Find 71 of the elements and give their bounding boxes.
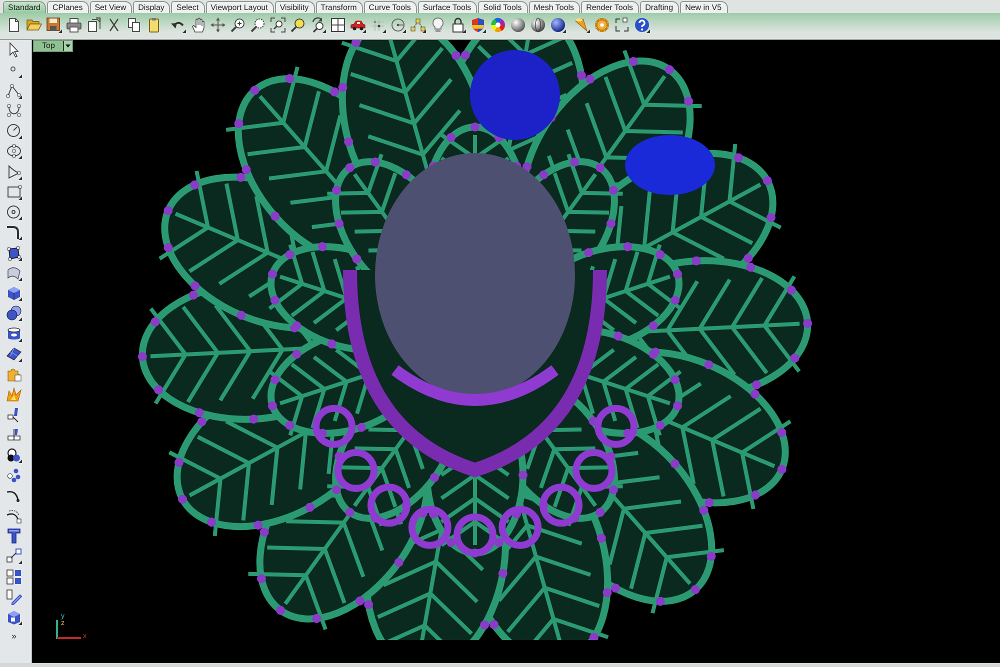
connected-squares-icon[interactable] xyxy=(6,548,22,564)
toolbar-tab[interactable]: Standard xyxy=(3,1,46,13)
hand-icon[interactable] xyxy=(190,16,206,32)
grid-icon[interactable] xyxy=(330,16,346,32)
shield-icon[interactable] xyxy=(470,16,486,32)
control-points-icon[interactable] xyxy=(410,16,426,32)
toolbar-tab[interactable]: Viewport Layout xyxy=(206,1,274,13)
magnifier-icon[interactable] xyxy=(290,16,306,32)
flame-icon[interactable] xyxy=(6,386,22,402)
new-document-icon[interactable] xyxy=(6,16,22,32)
glossy-sphere-icon[interactable] xyxy=(550,16,566,32)
offset-curve-icon[interactable] xyxy=(6,508,22,524)
toolbar-tab[interactable]: Transform xyxy=(316,1,363,13)
dropdown-caret-icon[interactable] xyxy=(62,41,72,51)
toolbar-tab[interactable]: Drafting xyxy=(640,1,680,13)
surface-points-icon[interactable] xyxy=(6,244,22,260)
toolbar-tab[interactable]: Render Tools xyxy=(581,1,640,13)
print-icon[interactable] xyxy=(66,16,82,32)
cone-icon[interactable] xyxy=(574,16,590,32)
puzzle-icon[interactable] xyxy=(6,366,22,382)
help-icon[interactable] xyxy=(634,16,650,32)
lightbulb-icon[interactable] xyxy=(430,16,446,32)
save-icon[interactable] xyxy=(46,16,62,32)
rectangle-icon[interactable] xyxy=(6,184,22,200)
lock-icon[interactable] xyxy=(450,16,466,32)
cylinder-icon[interactable] xyxy=(6,326,22,342)
zoom-in-icon[interactable] xyxy=(230,16,246,32)
shaded-sphere-icon[interactable] xyxy=(530,16,546,32)
pages-icon[interactable] xyxy=(86,16,102,32)
toolbar-tab[interactable]: Solid Tools xyxy=(478,1,528,13)
circle-point-icon[interactable] xyxy=(390,16,406,32)
ellipse-icon[interactable] xyxy=(6,143,22,160)
curved-triangle-icon[interactable] xyxy=(6,164,22,180)
toolbar-tab[interactable]: Visibility xyxy=(274,1,315,13)
block-icon[interactable] xyxy=(6,609,22,625)
clipboard-icon[interactable] xyxy=(146,16,162,32)
open-folder-icon[interactable] xyxy=(26,16,42,32)
sphere-icon[interactable] xyxy=(510,16,526,32)
squares-grid-icon[interactable] xyxy=(6,568,22,584)
pencil-icon[interactable] xyxy=(6,588,22,605)
grid-dots-icon[interactable] xyxy=(370,16,386,32)
polyline-icon[interactable] xyxy=(6,82,22,98)
curved-surface-icon[interactable] xyxy=(6,264,22,281)
toolbar-tab[interactable]: Set View xyxy=(90,1,132,13)
toolbar-tab[interactable]: Surface Tools xyxy=(418,1,478,13)
toolbar-tab[interactable]: CPlanes xyxy=(47,1,89,13)
corner-curve-icon[interactable] xyxy=(6,224,22,240)
dashed-magnifier-icon[interactable] xyxy=(250,16,266,32)
curve-icon[interactable] xyxy=(6,102,22,119)
toolbar-tab[interactable]: Curve Tools xyxy=(364,1,417,13)
dots-icon[interactable] xyxy=(6,467,22,484)
move-arrows-icon[interactable] xyxy=(210,16,226,32)
circles-icon[interactable] xyxy=(6,447,22,463)
toolbar-tab[interactable]: Select xyxy=(171,1,205,13)
curved-arrow-magnifier-icon[interactable] xyxy=(310,16,326,32)
spheres-icon[interactable] xyxy=(6,305,22,322)
letter-t-icon[interactable] xyxy=(6,528,22,544)
color-wheel-icon[interactable] xyxy=(490,16,506,32)
bracket-corners-icon[interactable] xyxy=(614,16,630,32)
corners-magnifier-icon[interactable] xyxy=(270,16,286,32)
overflow-button[interactable]: » xyxy=(11,631,16,642)
circle-center-icon[interactable] xyxy=(6,204,22,220)
toolbar-tab[interactable]: New in V5 xyxy=(680,1,728,13)
toolbar-tab[interactable]: Display xyxy=(133,1,170,13)
toolbar-tab[interactable]: Mesh Tools xyxy=(528,1,580,13)
viewport-title-tab[interactable]: Top xyxy=(33,40,73,52)
copy-icon[interactable] xyxy=(126,16,142,32)
circle-icon[interactable] xyxy=(6,123,22,139)
divided-box-icon[interactable] xyxy=(6,426,22,443)
cube-icon[interactable] xyxy=(6,285,22,301)
tile-icon[interactable] xyxy=(6,346,22,362)
